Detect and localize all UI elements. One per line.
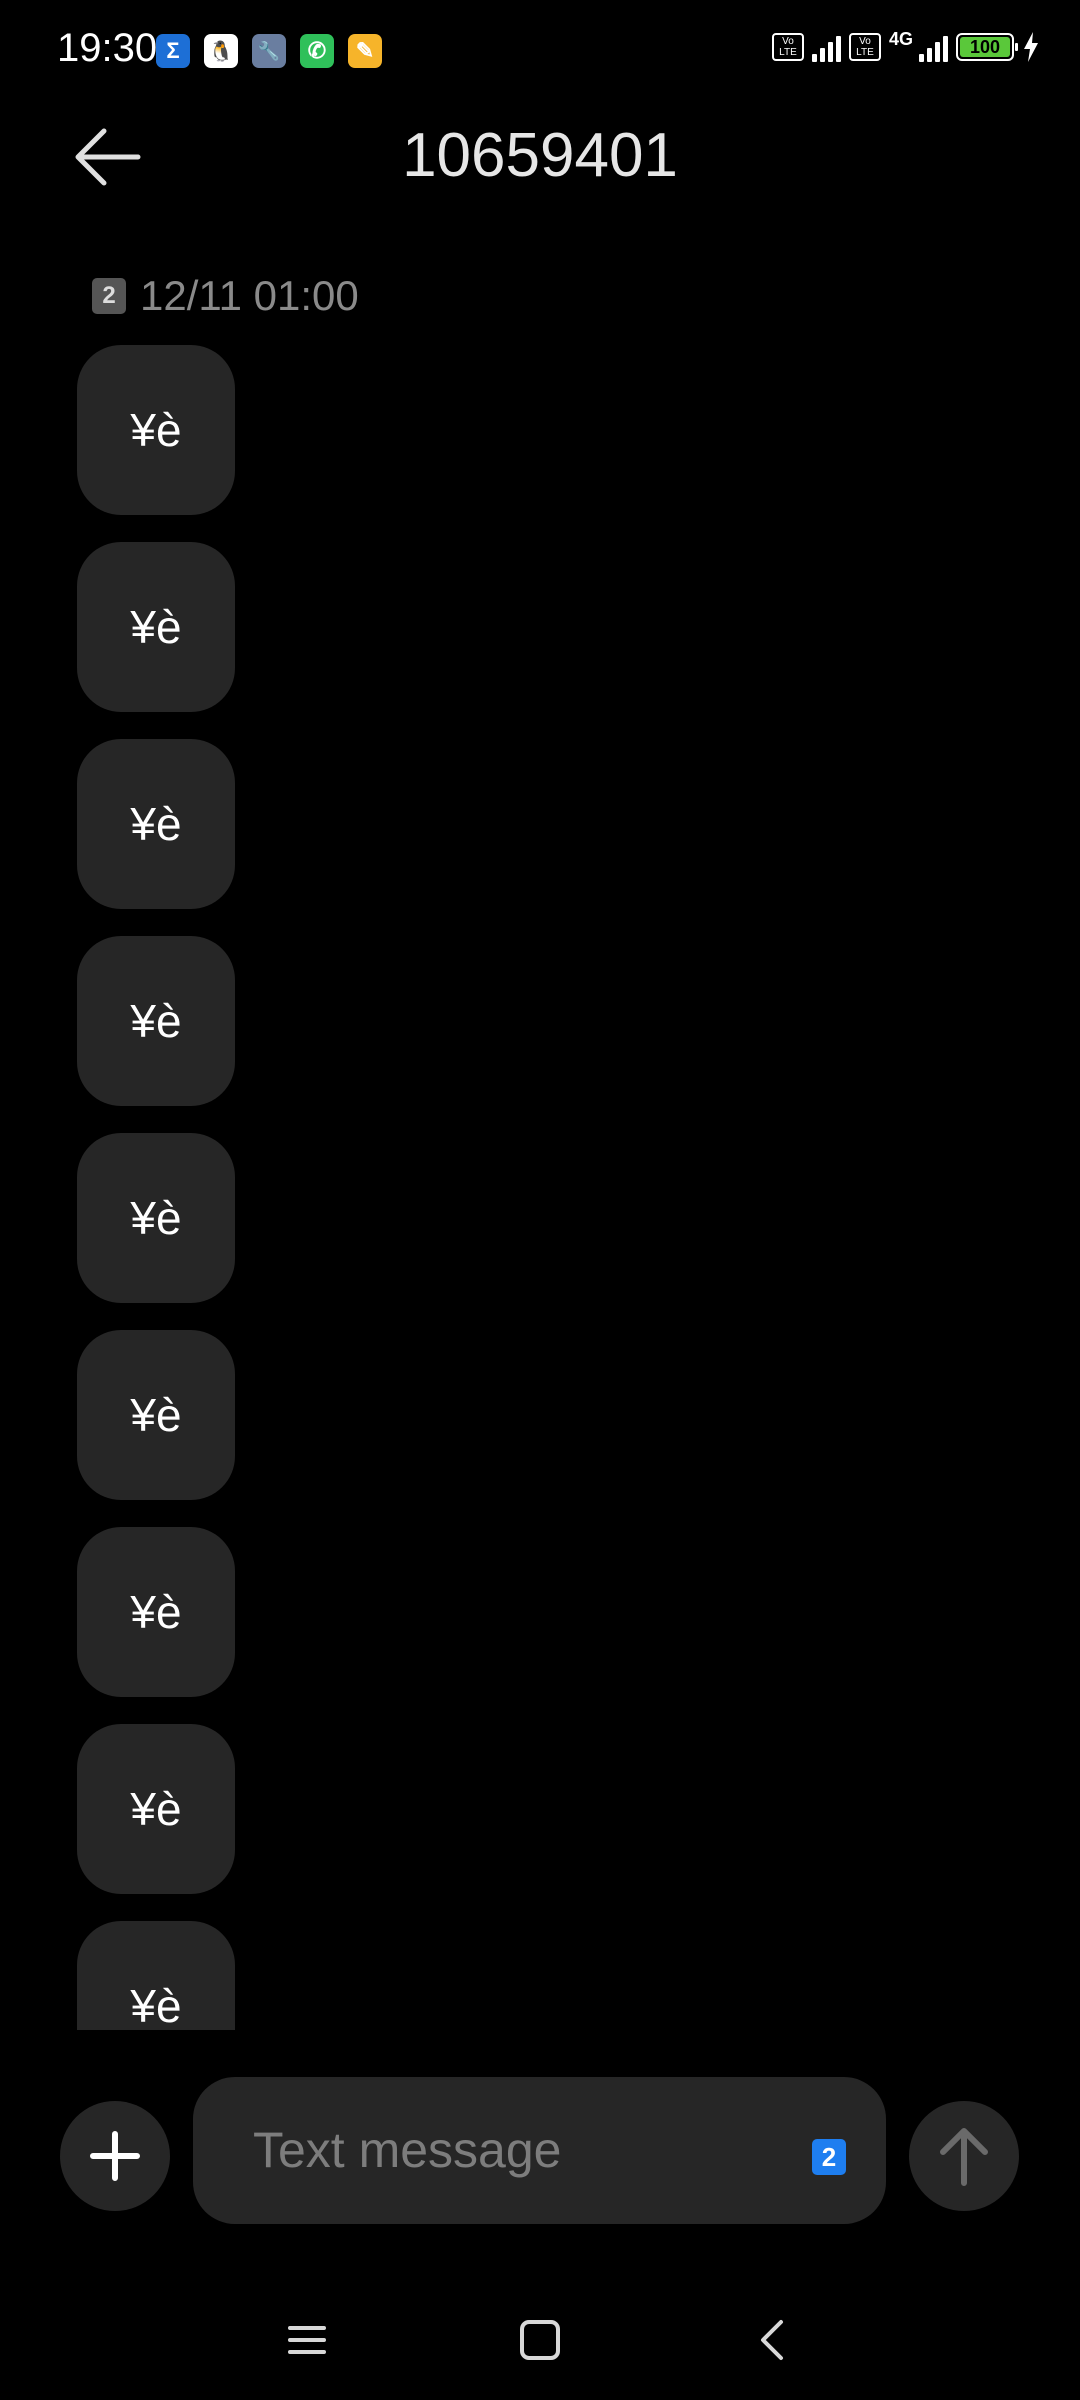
notification-icons: Σ 🐧 🔧 ✆ ✎ xyxy=(156,34,382,68)
notes-app-icon: ✎ xyxy=(348,34,382,68)
battery-icon: 100 xyxy=(956,33,1018,61)
message-bubble[interactable]: ¥è xyxy=(77,739,235,909)
plus-icon xyxy=(90,2131,140,2181)
arrow-up-icon xyxy=(940,2128,988,2186)
volte-icon: Vo LTE xyxy=(771,33,804,61)
message-input-placeholder: Text message xyxy=(253,2122,562,2178)
message-timestamp: 12/11 01:00 xyxy=(140,272,359,319)
message-bubble[interactable]: ¥è xyxy=(77,1724,235,1894)
charging-icon xyxy=(1024,32,1038,62)
home-icon xyxy=(520,2320,560,2360)
message-bubble[interactable]: ¥è xyxy=(77,542,235,712)
network-type-label: 4G xyxy=(888,28,913,49)
menu-button[interactable] xyxy=(277,2310,337,2370)
message-bubble[interactable]: ¥è xyxy=(77,345,235,515)
battery-level: 100 xyxy=(960,37,1010,57)
message-bubble[interactable]: ¥è xyxy=(77,1527,235,1697)
conversation-title: 10659401 xyxy=(402,121,678,190)
sim-select-button[interactable]: 2 xyxy=(812,2139,846,2175)
message-bubble[interactable]: ¥è xyxy=(77,1921,235,2030)
status-bar: 19:30 Σ 🐧 🔧 ✆ ✎ Vo LTE Vo LTE 4G 100 xyxy=(0,0,1080,100)
sim-slot-badge: 2 xyxy=(92,278,126,314)
menu-icon xyxy=(288,2326,326,2354)
signal-icon-2 xyxy=(919,32,948,62)
send-button[interactable] xyxy=(909,2101,1019,2211)
message-bubble[interactable]: ¥è xyxy=(77,1330,235,1500)
system-indicators: Vo LTE Vo LTE 4G 100 xyxy=(771,28,1040,62)
nav-back-button[interactable] xyxy=(743,2310,803,2370)
phone-app-icon: ✆ xyxy=(300,34,334,68)
sigma-app-icon: Σ xyxy=(156,34,190,68)
signal-icon xyxy=(811,32,841,62)
attach-button[interactable] xyxy=(60,2101,170,2211)
status-time: 19:30 xyxy=(57,26,158,70)
message-list[interactable]: ¥è ¥è ¥è ¥è ¥è ¥è ¥è ¥è ¥è xyxy=(0,340,1080,2030)
message-bubble[interactable]: ¥è xyxy=(77,936,235,1106)
message-input[interactable]: Text message 2 xyxy=(193,2077,886,2224)
home-button[interactable] xyxy=(510,2310,570,2370)
message-meta: 2 12/11 01:00 xyxy=(92,272,359,320)
wrench-app-icon: 🔧 xyxy=(252,34,286,68)
message-bubble[interactable]: ¥è xyxy=(77,1133,235,1303)
back-icon xyxy=(761,2320,783,2360)
volte-icon-2: Vo LTE xyxy=(848,33,881,61)
qq-app-icon: 🐧 xyxy=(204,34,238,68)
